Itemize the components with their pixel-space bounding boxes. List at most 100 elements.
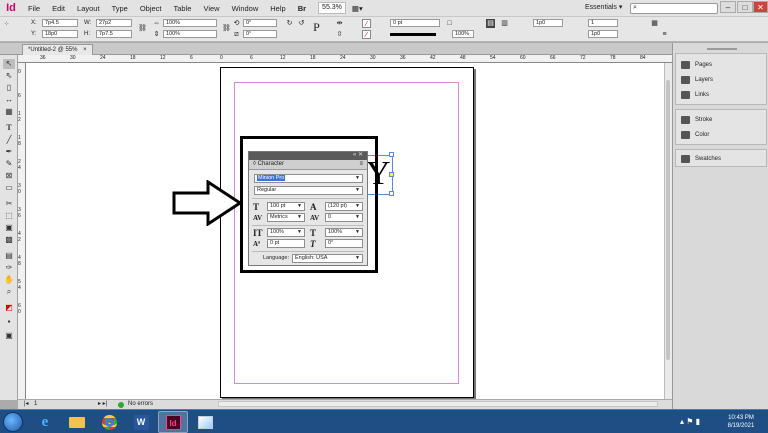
free-transform-tool-icon[interactable]: ⬚ <box>3 211 15 221</box>
view-options-icon[interactable]: ▦▾ <box>346 0 369 17</box>
reference-field-2[interactable]: 1p0 <box>588 30 618 38</box>
h-label: H: <box>84 31 90 37</box>
taskbar-word[interactable]: W <box>126 411 156 433</box>
scale-x-field[interactable]: 100% <box>163 19 217 27</box>
zoom-level[interactable]: 55.3% <box>318 2 346 14</box>
eyedropper-tool-icon[interactable]: ✑ <box>3 263 15 273</box>
menu-view[interactable]: View <box>197 0 225 17</box>
close-button[interactable]: ✕ <box>753 1 768 13</box>
gap-tool-icon[interactable]: ↔ <box>3 95 15 105</box>
taskbar-ie[interactable]: e <box>30 411 60 433</box>
x-field[interactable]: 7p4.5 <box>42 19 78 27</box>
flip-horizontal-icon[interactable]: ⇹ <box>335 19 344 28</box>
maximize-button[interactable]: □ <box>737 1 753 13</box>
opacity-field[interactable]: 100% <box>452 30 474 38</box>
start-button[interactable] <box>3 412 23 432</box>
panel-pages[interactable]: Pages <box>681 58 712 72</box>
vertical-scroll-thumb[interactable] <box>666 80 670 360</box>
menu-window[interactable]: Window <box>226 0 265 17</box>
zoom-tool-icon[interactable]: ⌕ <box>3 287 15 297</box>
page-tool-icon[interactable]: ▯ <box>3 83 15 93</box>
page-number[interactable]: 1 <box>34 400 37 409</box>
horizontal-scrollbar[interactable] <box>218 401 658 407</box>
document-tab[interactable]: *Untitled-2 @ 55% × <box>22 44 93 55</box>
constrain-proportions-icon[interactable]: ⛓ <box>138 24 147 33</box>
search-input[interactable]: ⌕ <box>630 3 718 14</box>
menu-object[interactable]: Object <box>134 0 168 17</box>
rotate-field[interactable]: 0° <box>243 19 277 27</box>
nav-arrows-icon[interactable]: ▸ ▸| <box>98 400 107 409</box>
first-page-icon[interactable]: |◂ <box>24 400 29 409</box>
type-tool-icon[interactable]: T <box>3 123 15 133</box>
note-tool-icon[interactable]: ▤ <box>3 251 15 261</box>
rectangle-tool-icon[interactable]: ▭ <box>3 183 15 193</box>
scale-y-field[interactable]: 100% <box>163 30 217 38</box>
preflight-status-icon[interactable] <box>118 402 124 408</box>
panel-links[interactable]: Links <box>681 88 709 102</box>
menu-type[interactable]: Type <box>106 0 134 17</box>
gradient-feather-tool-icon[interactable]: ▩ <box>3 235 15 245</box>
reference-field-1[interactable]: 1p0 <box>533 19 563 27</box>
scissors-tool-icon[interactable]: ✂ <box>3 199 15 209</box>
panel-layers[interactable]: Layers <box>681 73 713 87</box>
ruler-mark: 18 <box>130 55 136 61</box>
stroke-swatch-icon[interactable]: ⁄ <box>362 30 371 39</box>
stroke-type-swatch[interactable] <box>390 33 436 36</box>
annotation-highlight-box <box>240 136 378 273</box>
height-field[interactable]: 7p7.5 <box>96 30 132 38</box>
menu-layout[interactable]: Layout <box>71 0 106 17</box>
align-icon[interactable]: ▤ <box>486 19 495 28</box>
width-field[interactable]: 27p2 <box>96 19 132 27</box>
paragraph-icon[interactable]: P <box>312 21 321 33</box>
apply-color-icon[interactable]: ▪ <box>3 317 15 327</box>
system-clock[interactable]: 10:43 PM 8/19/2021 <box>716 414 766 430</box>
menu-file[interactable]: File <box>22 0 46 17</box>
y-field[interactable]: 18p0 <box>42 30 78 38</box>
taskbar-explorer[interactable] <box>62 411 92 433</box>
panel-menu-icon[interactable]: ≡ <box>660 30 669 39</box>
hand-tool-icon[interactable]: ✋ <box>3 275 15 285</box>
effects-icon[interactable]: □ <box>445 19 454 28</box>
bridge-icon[interactable]: Br <box>292 0 312 17</box>
shear-field[interactable]: 0° <box>243 30 277 38</box>
pen-tool-icon[interactable]: ✒ <box>3 147 15 157</box>
stroke-weight-field[interactable]: 0 pt <box>390 19 440 27</box>
menu-table[interactable]: Table <box>168 0 198 17</box>
fill-stroke-icon[interactable]: ◩ <box>3 303 15 313</box>
content-collector-icon[interactable]: ▦ <box>3 107 15 117</box>
constrain-scale-icon[interactable]: ⛓ <box>222 24 231 33</box>
workspace-switcher[interactable]: Essentials ▾ <box>585 3 622 11</box>
rotate-ccw-icon[interactable]: ↺ <box>297 19 306 28</box>
reference-point-icon[interactable]: ⁘ <box>2 20 11 29</box>
panel-grip[interactable] <box>707 48 737 50</box>
fill-swatch-icon[interactable]: ⁄ <box>362 19 371 28</box>
panel-swatches[interactable]: Swatches <box>681 152 721 166</box>
preflight-status[interactable]: No errors <box>128 400 153 409</box>
panel-stroke[interactable]: Stroke <box>681 113 712 127</box>
line-tool-icon[interactable]: ╱ <box>3 135 15 145</box>
column-count-field[interactable]: 1 <box>588 19 618 27</box>
tray-icons[interactable]: ▴ ⚑ ▮ <box>680 417 700 426</box>
rotate-cw-icon[interactable]: ↻ <box>285 19 294 28</box>
rectangle-frame-tool-icon[interactable]: ⊠ <box>3 171 15 181</box>
gradient-swatch-tool-icon[interactable]: ▣ <box>3 223 15 233</box>
ruler-mark: 2 <box>18 117 21 123</box>
word-icon: W <box>133 414 149 430</box>
frame-fitting-icon[interactable]: ▦ <box>650 19 659 28</box>
flip-vertical-icon[interactable]: ⇳ <box>335 30 344 39</box>
menu-edit[interactable]: Edit <box>46 0 71 17</box>
pencil-tool-icon[interactable]: ✎ <box>3 159 15 169</box>
windows-taskbar: e W Id ▴ ⚑ ▮ 10:43 PM 8/19/2021 <box>0 409 768 433</box>
minimize-button[interactable]: – <box>720 1 736 13</box>
selection-tool-icon[interactable]: ↖ <box>3 59 15 69</box>
direct-selection-tool-icon[interactable]: ⇖ <box>3 71 15 81</box>
text-wrap-icon[interactable]: ▥ <box>500 19 509 28</box>
taskbar-indesign[interactable]: Id <box>158 411 188 433</box>
taskbar-chrome[interactable] <box>94 411 124 433</box>
menu-help[interactable]: Help <box>264 0 291 17</box>
screen-mode-icon[interactable]: ▣ <box>3 331 15 341</box>
panel-color[interactable]: Color <box>681 128 709 142</box>
close-tab-icon[interactable]: × <box>83 47 87 53</box>
taskbar-paint[interactable] <box>190 411 220 433</box>
ruler-mark: 78 <box>610 55 616 61</box>
